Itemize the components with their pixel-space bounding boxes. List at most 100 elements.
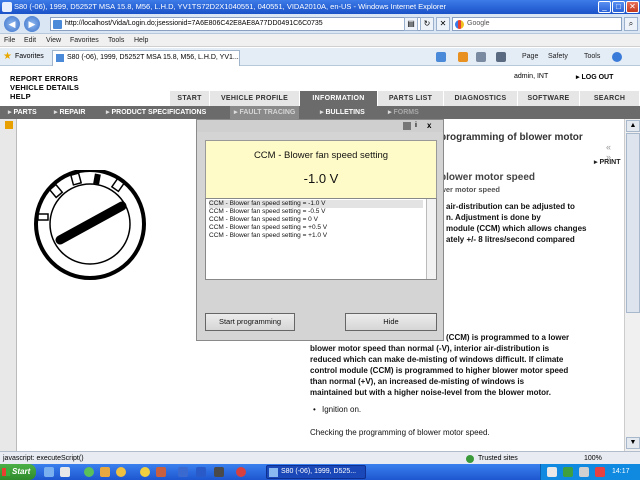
taskbar-window-button[interactable]: S80 (-06), 1999, D525...: [266, 465, 366, 479]
start-programming-button[interactable]: Start programming: [205, 313, 295, 331]
help-link[interactable]: HELP: [10, 92, 31, 101]
menu-tools[interactable]: Tools: [108, 34, 124, 47]
quicklaunch-icon[interactable]: [84, 467, 94, 477]
safety-menu[interactable]: Safety: [548, 48, 568, 66]
stop-icon[interactable]: ✕: [436, 17, 450, 31]
dialog-close-icon[interactable]: x: [427, 120, 431, 132]
help-icon[interactable]: [612, 52, 622, 62]
knob-mark-2: [69, 172, 83, 186]
list-item[interactable]: CCM - Blower fan speed setting = +0.5 V: [209, 224, 327, 232]
report-errors-link[interactable]: REPORT ERRORS: [10, 74, 78, 83]
print-icon[interactable]: [496, 52, 506, 62]
quicklaunch-desktop-icon[interactable]: [44, 467, 54, 477]
speed-setting-list[interactable]: CCM - Blower fan speed setting = -1.0 V …: [205, 198, 437, 280]
tray-icon[interactable]: [547, 467, 557, 477]
user-label: admin, INT: [514, 73, 549, 80]
subnav-bulletins[interactable]: BULLETINS: [320, 106, 364, 119]
quicklaunch-icon[interactable]: [196, 467, 206, 477]
tab-information[interactable]: INFORMATION: [300, 91, 378, 106]
tray-icon[interactable]: [563, 467, 573, 477]
body-line: n. Adjustment is done by: [446, 213, 541, 222]
compatibility-icon[interactable]: ▤: [404, 17, 418, 31]
hide-button[interactable]: Hide: [345, 313, 437, 331]
subnav-product-specifications[interactable]: PRODUCT SPECIFICATIONS: [106, 106, 206, 119]
tab-diagnostics[interactable]: DIAGNOSTICS: [444, 91, 518, 106]
list-item[interactable]: CCM - Blower fan speed setting = -0.5 V: [209, 208, 326, 216]
url-text: http://localhost/Vida/Login.do;jsessioni…: [65, 20, 323, 27]
close-window-button[interactable]: ✕: [626, 1, 639, 13]
quicklaunch-icon[interactable]: [116, 467, 126, 477]
address-bar[interactable]: http://localhost/Vida/Login.do;jsessioni…: [50, 17, 430, 31]
knob-pointer: [55, 201, 127, 245]
favorites-star-icon[interactable]: ★: [3, 52, 13, 62]
start-label: Start: [12, 467, 31, 476]
list-scrollbar[interactable]: [426, 199, 436, 279]
quicklaunch-icon[interactable]: [214, 467, 224, 477]
scroll-up-icon[interactable]: ▲: [626, 120, 640, 132]
vehicle-details-link[interactable]: VEHICLE DETAILS: [10, 83, 79, 92]
window-title-bar: S80 (-06), 1999, D5252T MSA 15.8, M56, L…: [0, 0, 640, 14]
menu-edit[interactable]: Edit: [24, 34, 36, 47]
document-icon[interactable]: [5, 121, 13, 129]
window-title: S80 (-06), 1999, D5252T MSA 15.8, M56, L…: [14, 2, 447, 11]
menu-file[interactable]: File: [4, 34, 15, 47]
tab-search[interactable]: SEARCH: [580, 91, 640, 106]
body-line: maintained but with a higher noise-level…: [310, 388, 551, 397]
scroll-down-icon[interactable]: ▼: [626, 437, 640, 449]
list-item[interactable]: CCM - Blower fan speed setting = -1.0 V: [209, 200, 423, 208]
vertical-scrollbar[interactable]: ▲ ▼: [624, 119, 640, 451]
home-icon[interactable]: [436, 52, 446, 62]
page-menu[interactable]: Page: [522, 48, 538, 66]
subnav-repair[interactable]: REPAIR: [54, 106, 85, 119]
scroll-thumb[interactable]: [626, 133, 640, 313]
subnav-fault-tracing[interactable]: FAULT TRACING: [230, 106, 300, 119]
refresh-icon[interactable]: ↻: [420, 17, 434, 31]
address-toolbar: ◀ ▶ http://localhost/Vida/Login.do;jsess…: [0, 14, 640, 34]
search-go-icon[interactable]: ⌕: [624, 17, 638, 31]
tab-start[interactable]: START: [170, 91, 210, 106]
document-heading: blower motor speed: [440, 172, 536, 183]
body-line: ately +/- 8 litres/second compared: [446, 235, 575, 244]
tab-vehicle-profile[interactable]: VEHICLE PROFILE: [210, 91, 300, 106]
quicklaunch-icon[interactable]: [60, 467, 70, 477]
tab-parts-list[interactable]: PARTS LIST: [378, 91, 444, 106]
menu-bar: File Edit View Favorites Tools Help: [0, 34, 640, 47]
feeds-icon[interactable]: [458, 52, 468, 62]
quicklaunch-icon[interactable]: [100, 467, 110, 477]
logout-link[interactable]: LOG OUT: [576, 73, 613, 81]
mail-icon[interactable]: [476, 52, 486, 62]
browser-tab[interactable]: S80 (-06), 1999, D5252T MSA 15.8, M56, L…: [52, 50, 240, 66]
list-item[interactable]: CCM - Blower fan speed setting = 0 V: [209, 216, 318, 224]
body-line: reduced which can make de-misting of win…: [310, 355, 564, 364]
maximize-button[interactable]: □: [612, 1, 625, 13]
document-subheading: wer motor speed: [440, 185, 501, 194]
taskbar-window-label: S80 (-06), 1999, D525...: [281, 468, 357, 475]
dialog-print-icon[interactable]: [403, 122, 411, 130]
bullet-item: Ignition on.: [313, 405, 361, 414]
tray-icon[interactable]: [595, 467, 605, 477]
subnav-parts[interactable]: PARTS: [8, 106, 36, 119]
dialog-info-icon[interactable]: i: [415, 120, 417, 132]
menu-view[interactable]: View: [46, 34, 61, 47]
quicklaunch-icon[interactable]: [140, 467, 150, 477]
subnav-forms[interactable]: FORMS: [388, 106, 418, 119]
search-input[interactable]: Google: [452, 17, 622, 31]
forward-button[interactable]: ▶: [24, 16, 40, 32]
volume-icon[interactable]: [579, 467, 589, 477]
quicklaunch-icon[interactable]: [178, 467, 188, 477]
tab-software[interactable]: SOFTWARE: [518, 91, 580, 106]
tools-menu[interactable]: Tools: [584, 48, 600, 66]
quicklaunch-icon[interactable]: [236, 467, 246, 477]
menu-help[interactable]: Help: [134, 34, 148, 47]
start-button[interactable]: Start: [0, 464, 36, 480]
menu-favorites[interactable]: Favorites: [70, 34, 99, 47]
back-button[interactable]: ◀: [4, 16, 20, 32]
minimize-button[interactable]: _: [598, 1, 611, 13]
taskbar: Start S80 (-06), 1999, D525... 14:17: [0, 464, 640, 480]
quicklaunch-icon[interactable]: [156, 467, 166, 477]
ie-icon: [2, 2, 12, 12]
list-item[interactable]: CCM - Blower fan speed setting = +1.0 V: [209, 232, 327, 240]
print-link[interactable]: PRINT: [594, 158, 620, 166]
knob-mark-3: [93, 173, 101, 185]
favorites-button[interactable]: Favorites: [15, 48, 44, 66]
